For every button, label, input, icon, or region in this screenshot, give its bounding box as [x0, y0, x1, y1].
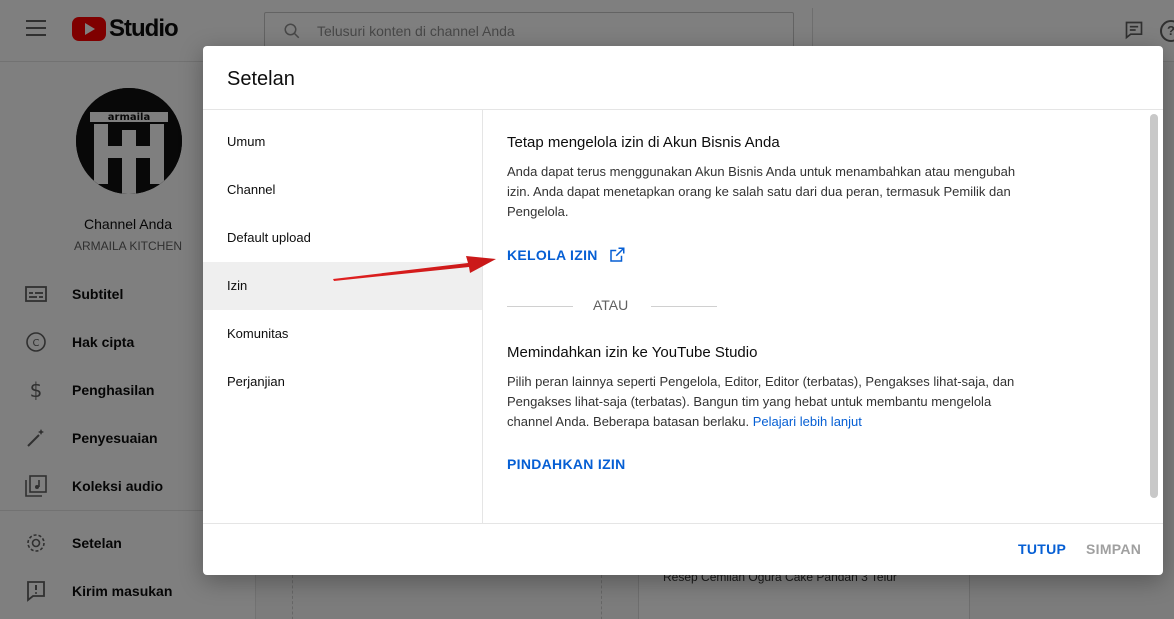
section-title: Tetap mengelola izin di Akun Bisnis Anda — [507, 134, 780, 151]
divider-line — [507, 306, 573, 307]
close-button[interactable]: TUTUP — [1018, 541, 1066, 557]
dialog-header: Setelan — [203, 46, 1163, 110]
settings-tab-default-upload[interactable]: Default upload — [203, 214, 482, 262]
settings-dialog: Setelan Umum Channel Default upload Izin… — [203, 46, 1163, 575]
link-label: KELOLA IZIN — [507, 247, 598, 263]
settings-tab-komunitas[interactable]: Komunitas — [203, 310, 482, 358]
save-button[interactable]: SIMPAN — [1086, 541, 1141, 557]
learn-more-link[interactable]: Pelajari lebih lanjut — [753, 414, 862, 429]
or-label: ATAU — [593, 297, 629, 313]
section-title: Memindahkan izin ke YouTube Studio — [507, 344, 758, 361]
section-description: Anda dapat terus menggunakan Akun Bisnis… — [507, 164, 1016, 219]
divider-line — [651, 306, 717, 307]
external-link-icon — [609, 247, 625, 262]
settings-tab-izin[interactable]: Izin — [203, 262, 482, 310]
move-permissions-link[interactable]: PINDAHKAN IZIN — [507, 456, 626, 472]
dialog-title: Setelan — [227, 68, 295, 90]
section-description: Pilih peran lainnya seperti Pengelola, E… — [507, 372, 1027, 432]
settings-nav: Umum Channel Default upload Izin Komunit… — [203, 110, 483, 523]
or-divider: ATAU — [507, 297, 717, 315]
settings-tab-channel[interactable]: Channel — [203, 166, 482, 214]
permissions-panel: Tetap mengelola izin di Akun Bisnis Anda… — [483, 110, 1163, 523]
manage-permissions-link[interactable]: KELOLA IZIN — [507, 246, 626, 264]
settings-tab-perjanjian[interactable]: Perjanjian — [203, 358, 482, 406]
settings-tab-umum[interactable]: Umum — [203, 118, 482, 166]
dialog-footer: TUTUP SIMPAN — [203, 523, 1163, 575]
scrollbar[interactable] — [1150, 114, 1158, 498]
